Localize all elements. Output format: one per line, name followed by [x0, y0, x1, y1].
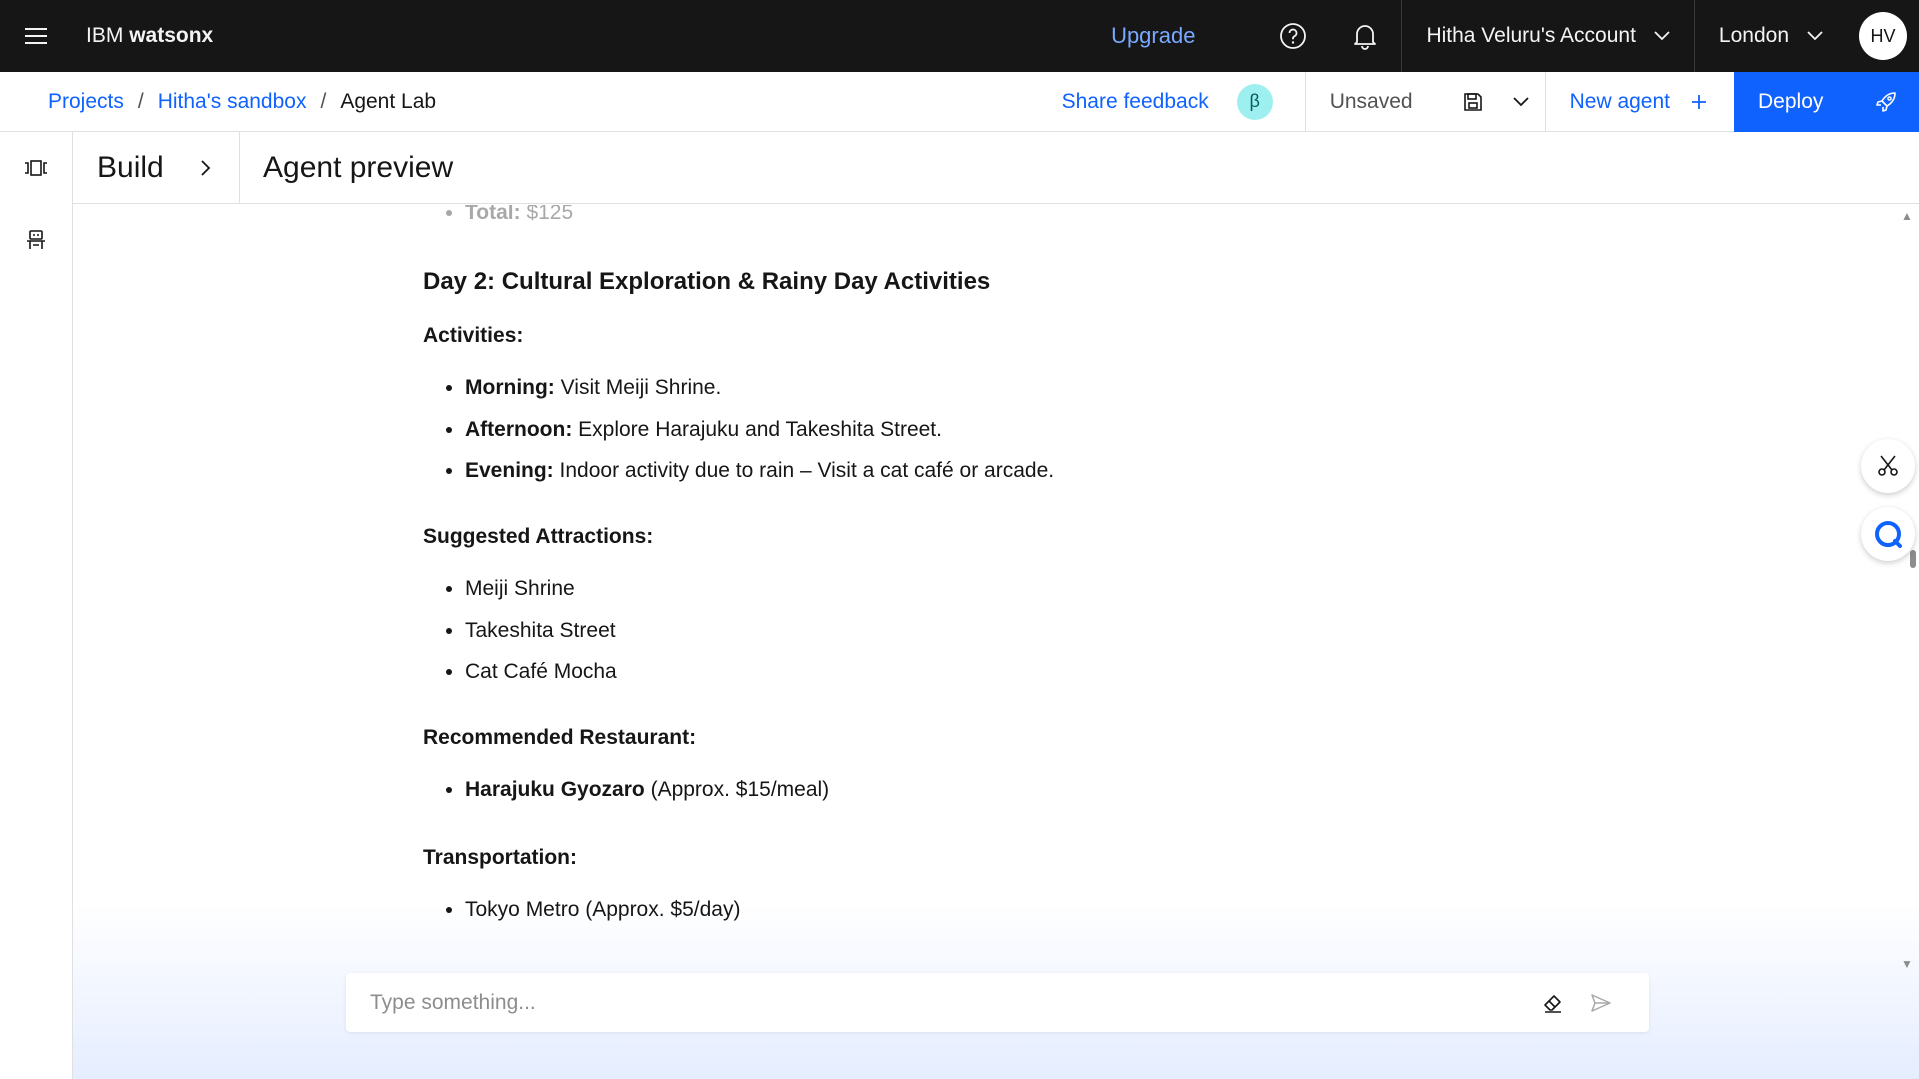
avatar: HV — [1859, 12, 1907, 60]
plus-icon — [1692, 94, 1706, 109]
attractions-list: Meiji Shrine Takeshita Street Cat Café M… — [423, 573, 617, 698]
project-toolbar: Projects / Hitha's sandbox / Agent Lab S… — [0, 71, 1919, 132]
chat-input[interactable] — [370, 990, 1529, 1015]
list-item: Takeshita Street — [465, 615, 617, 648]
activity-label: Morning: — [465, 376, 555, 399]
divider — [1304, 71, 1306, 132]
rocket-icon — [1876, 91, 1896, 112]
restaurant-list: Harajuku Gyozaro (Approx. $15/meal) — [423, 774, 829, 816]
breadcrumb-separator: / — [137, 89, 144, 113]
share-feedback-link[interactable]: Share feedback — [1062, 90, 1209, 114]
list-item: Harajuku Gyozaro (Approx. $15/meal) — [465, 774, 829, 807]
help-icon[interactable] — [1257, 0, 1329, 72]
item-value: $125 — [526, 205, 574, 224]
activities-list: Morning: Visit Meiji Shrine. Afternoon: … — [423, 372, 1054, 497]
list-item: Morning: Visit Meiji Shrine. — [465, 372, 1054, 405]
save-options-chevron-icon[interactable] — [1497, 72, 1545, 132]
chat-area[interactable]: Total: $125 Day 2: Cultural Exploration … — [73, 205, 1919, 1079]
activity-text: Indoor activity due to rain – Visit a ca… — [559, 459, 1055, 483]
agent-icon[interactable] — [0, 204, 72, 276]
new-agent-label: New agent — [1569, 89, 1670, 113]
activity-text: Explore Harajuku and Takeshita Street. — [578, 417, 942, 441]
panel-header: Build Agent preview — [73, 131, 1919, 204]
panel-title: Agent preview — [263, 150, 454, 184]
region-switcher[interactable]: London — [1695, 0, 1847, 72]
restaurant-heading: Recommended Restaurant: — [423, 726, 697, 749]
attractions-heading: Suggested Attractions: — [423, 525, 654, 548]
breadcrumb-sandbox[interactable]: Hitha's sandbox — [158, 90, 307, 114]
list-item: Cat Café Mocha — [465, 656, 617, 689]
scrollbar-thumb[interactable] — [1910, 550, 1916, 568]
transport-heading: Transportation: — [423, 846, 578, 869]
list-item: Meiji Shrine — [465, 573, 617, 606]
transport-list: Tokyo Metro (Approx. $5/day) — [423, 894, 740, 936]
breadcrumb-separator: / — [320, 89, 327, 113]
brand-prefix: IBM — [86, 24, 124, 47]
deploy-button[interactable]: Deploy — [1734, 71, 1919, 132]
beta-badge: β — [1236, 83, 1273, 120]
brand-logo[interactable]: IBM watsonx — [86, 24, 213, 48]
chat-input-container — [346, 973, 1649, 1032]
activity-label: Afternoon: — [465, 417, 573, 441]
save-status: Unsaved — [1329, 89, 1413, 113]
activities-heading: Activities: — [423, 324, 524, 347]
scissors-icon[interactable] — [1861, 439, 1915, 493]
breadcrumb: Projects / Hitha's sandbox / Agent Lab — [48, 90, 436, 114]
restaurant-name: Harajuku Gyozaro — [465, 778, 645, 801]
chat-icon[interactable] — [1861, 507, 1915, 561]
list-item: Evening: Indoor activity due to rain – V… — [465, 455, 1054, 488]
bell-icon[interactable] — [1329, 0, 1401, 72]
deploy-label: Deploy — [1758, 89, 1824, 113]
activity-text: Visit Meiji Shrine. — [560, 376, 722, 399]
build-label: Build — [97, 150, 164, 184]
item-label: Total: — [465, 205, 521, 224]
activity-label: Evening: — [465, 459, 554, 483]
list-item: Afternoon: Explore Harajuku and Takeshit… — [465, 414, 1054, 447]
breadcrumb-current: Agent Lab — [340, 89, 437, 113]
region-label: London — [1718, 24, 1789, 47]
save-icon[interactable] — [1449, 72, 1497, 132]
chevron-right-icon — [201, 159, 211, 176]
upgrade-link[interactable]: Upgrade — [1111, 23, 1195, 49]
top-header: IBM watsonx Upgrade Hitha Veluru's Accou… — [0, 0, 1919, 72]
new-agent-button[interactable]: New agent — [1546, 72, 1734, 132]
brand-product: watsonx — [129, 24, 214, 47]
hamburger-icon[interactable] — [0, 0, 72, 72]
eraser-icon[interactable] — [1529, 979, 1577, 1027]
list-item: Total: $125 — [465, 205, 573, 230]
chevron-down-icon — [1807, 31, 1823, 41]
scroll-up-arrow[interactable]: ▲ — [1901, 209, 1913, 223]
account-switcher[interactable]: Hitha Veluru's Account — [1402, 0, 1693, 72]
restaurant-detail: (Approx. $15/meal) — [650, 778, 830, 801]
user-avatar-button[interactable]: HV — [1847, 0, 1919, 72]
carousel-icon[interactable] — [0, 132, 72, 204]
send-icon[interactable] — [1577, 979, 1625, 1027]
account-label: Hitha Veluru's Account — [1426, 24, 1636, 47]
build-toggle[interactable]: Build — [73, 131, 240, 204]
left-rail — [0, 132, 73, 1079]
breadcrumb-projects[interactable]: Projects — [48, 90, 124, 114]
chevron-down-icon — [1654, 31, 1670, 41]
list-item: Tokyo Metro (Approx. $5/day) — [465, 894, 740, 927]
day-title: Day 2: Cultural Exploration & Rainy Day … — [423, 268, 991, 295]
previous-list: Total: $125 — [423, 205, 573, 239]
scroll-down-arrow[interactable]: ▼ — [1901, 957, 1913, 971]
